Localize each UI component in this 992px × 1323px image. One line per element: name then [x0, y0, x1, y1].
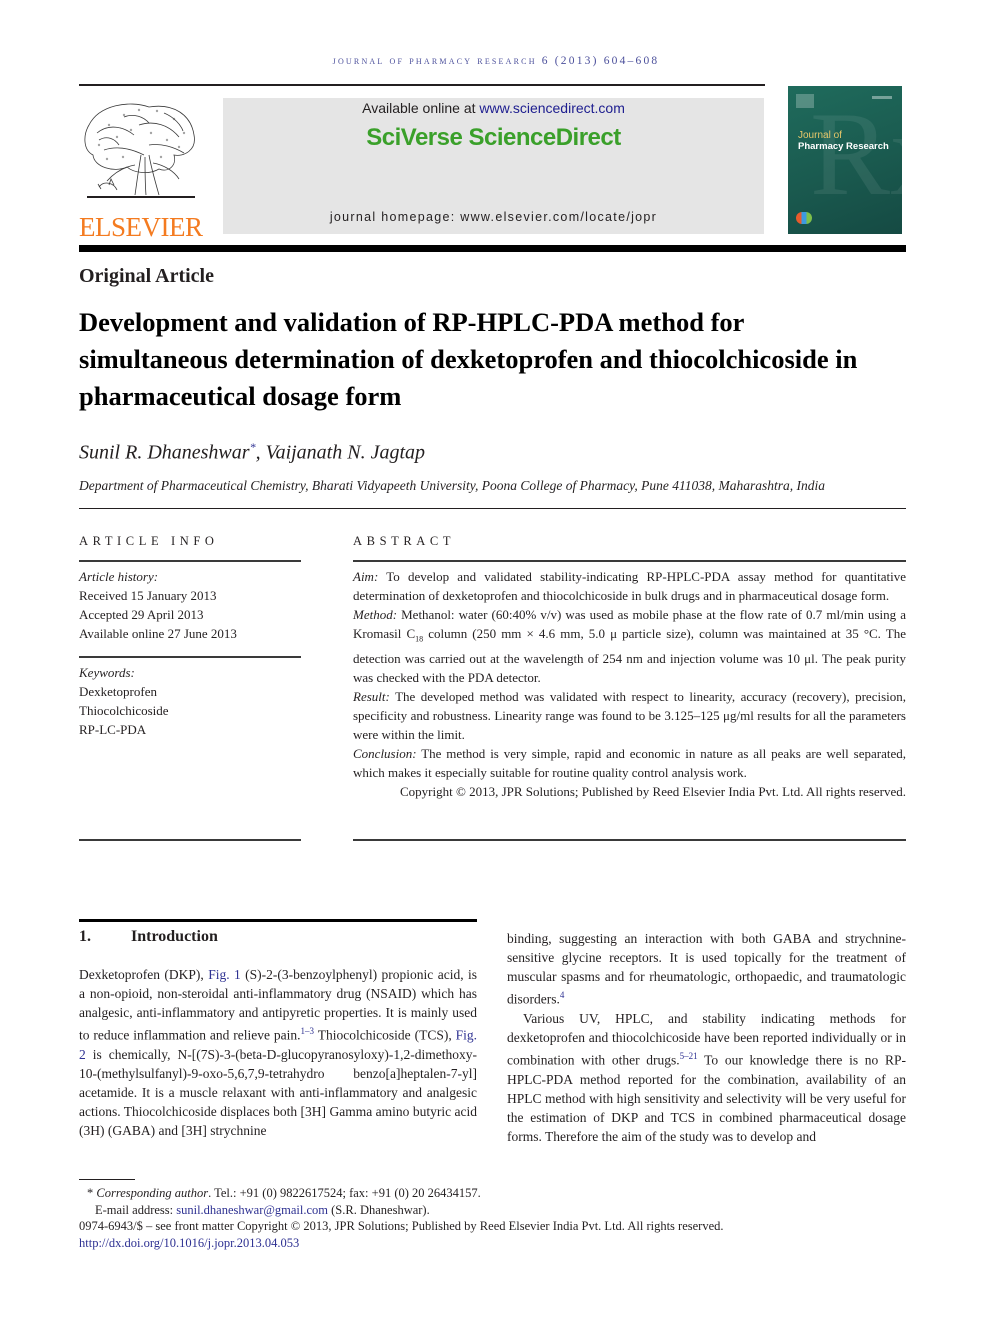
email-label: E-mail address: — [95, 1202, 177, 1217]
cover-rx-watermark-icon: Rx — [810, 87, 902, 220]
journal-cover-thumbnail[interactable]: Rx Journal of Pharmacy Research — [788, 86, 902, 234]
author-list: Sunil R. Dhaneshwar*, Vaijanath N. Jagta… — [79, 440, 425, 465]
figure-1-link[interactable]: Fig. 1 — [208, 967, 241, 982]
cover-title-line1: Journal of — [798, 130, 842, 141]
abstract-aim-text: To develop and validated stability-indic… — [353, 569, 906, 603]
intro-text: Dexketoprofen (DKP), — [79, 967, 209, 982]
keyword[interactable]: RP-LC-PDA — [79, 720, 301, 739]
intro-paragraph: Various UV, HPLC, and stability indicati… — [507, 1009, 906, 1146]
history-accepted: Accepted 29 April 2013 — [79, 607, 204, 622]
abstract-bottom-rule — [353, 839, 906, 841]
header-thick-rule — [79, 245, 906, 252]
keywords-label: Keywords: — [79, 665, 135, 680]
introduction-rule — [79, 919, 477, 922]
available-online-line: Available online at www.sciencedirect.co… — [223, 100, 764, 116]
footnote-rule — [79, 1179, 135, 1180]
email-link[interactable]: sunil.dhaneshwar@gmail.com — [176, 1203, 328, 1217]
intro-text: binding, suggesting an interaction with … — [507, 931, 906, 1007]
affiliation-rule — [79, 508, 906, 509]
email-owner: (S.R. Dhaneshwar). — [328, 1202, 430, 1217]
footnote-mark: * — [87, 1186, 94, 1200]
reference-link[interactable]: 4 — [560, 990, 565, 1000]
abstract-aim-label: Aim: — [353, 569, 379, 584]
intro-paragraph: Dexketoprofen (DKP), Fig. 1 (S)-2-(3-ben… — [79, 965, 477, 1140]
reference-link[interactable]: 1–3 — [301, 1026, 315, 1036]
article-history: Article history: Received 15 January 201… — [79, 567, 301, 643]
abstract-conclusion: Conclusion: The method is very simple, r… — [353, 744, 906, 782]
history-available-online: Available online 27 June 2013 — [79, 626, 237, 641]
author-separator: , — [255, 441, 266, 464]
issn-copyright-line: 0974-6943/$ – see front matter Copyright… — [79, 1219, 724, 1233]
cover-jpr-logo-icon — [796, 212, 812, 224]
keywords-rule — [79, 656, 301, 658]
reference-link[interactable]: 5–21 — [680, 1051, 698, 1061]
elsevier-wordmark: ELSEVIER — [79, 212, 203, 242]
keyword[interactable]: Dexketoprofen — [79, 682, 301, 701]
article-title: Development and validation of RP-HPLC-PD… — [79, 307, 858, 411]
section-title: Introduction — [131, 928, 218, 945]
journal-homepage-line: journal homepage: www.elsevier.com/locat… — [223, 210, 764, 224]
corresponding-author-note: * Corresponding author. Tel.: +91 (0) 98… — [79, 1185, 909, 1202]
section-heading-introduction: 1. Introduction — [79, 928, 218, 946]
article-history-label: Article history: — [79, 569, 159, 584]
intro-text: is chemically, N-[(7S)-3-(beta-D-glucopy… — [79, 1046, 477, 1139]
history-received: Received 15 January 2013 — [79, 588, 217, 603]
journal-homepage-url[interactable]: www.elsevier.com/locate/jopr — [460, 210, 657, 224]
elsevier-tree-icon — [84, 103, 195, 198]
sciverse-sciencedirect-logo[interactable]: SciVerse ScienceDirect — [223, 124, 764, 152]
email-note: E-mail address: sunil.dhaneshwar@gmail.c… — [79, 1202, 909, 1219]
intro-right-column: binding, suggesting an interaction with … — [507, 929, 906, 1146]
sciencedirect-link[interactable]: www.sciencedirect.com — [479, 100, 625, 116]
available-online-prefix: Available online at — [362, 100, 480, 116]
running-head: journal of pharmacy research 6 (2013) 60… — [332, 55, 660, 67]
article-info-bottom-rule — [79, 839, 301, 841]
abstract-aim: Aim: To develop and validated stability-… — [353, 567, 906, 605]
author-name[interactable]: Vaijanath N. Jagtap — [266, 442, 425, 464]
author-name[interactable]: Sunil R. Dhaneshwar — [79, 442, 250, 464]
keywords: Keywords: Dexketoprofen Thiocolchicoside… — [79, 663, 301, 739]
abstract-result-text: The developed method was validated with … — [353, 688, 906, 742]
abstract-conclusion-label: Conclusion: — [353, 745, 417, 761]
footnotes: * Corresponding author. Tel.: +91 (0) 98… — [79, 1185, 909, 1251]
journal-homepage-prefix: journal homepage: — [329, 210, 461, 224]
intro-text: Thiocolchicoside (TCS), — [314, 1027, 456, 1043]
article-info-heading: ARTICLE INFO — [79, 534, 219, 548]
abstract-conclusion-text: The method is very simple, rapid and eco… — [353, 745, 906, 780]
c18-subscript: 18 — [415, 634, 424, 644]
abstract-rule — [353, 560, 906, 562]
abstract-heading: ABSTRACT — [353, 534, 456, 548]
elsevier-logo[interactable]: ELSEVIER — [79, 95, 203, 242]
sciencedirect-banner: Available online at www.sciencedirect.co… — [223, 98, 764, 234]
article-type: Original Article — [79, 265, 214, 287]
cover-title-line2: Pharmacy Research — [798, 141, 889, 152]
abstract-method-text-cont: column (250 mm × 4.6 mm, 5.0 μ particle … — [353, 626, 906, 685]
abstract-result-label: Result: — [353, 688, 390, 704]
keyword[interactable]: Thiocolchicoside — [79, 701, 301, 720]
abstract-result: Result: The developed method was validat… — [353, 687, 906, 744]
corresponding-contact: . Tel.: +91 (0) 9822617524; fax: +91 (0)… — [208, 1186, 481, 1200]
abstract-copyright: Copyright © 2013, JPR Solutions; Publish… — [399, 783, 906, 799]
intro-left-column: Dexketoprofen (DKP), Fig. 1 (S)-2-(3-ben… — [79, 965, 477, 1140]
corresponding-author-label: Corresponding author — [96, 1186, 209, 1200]
article-info-rule — [79, 560, 301, 562]
doi-link[interactable]: http://dx.doi.org/10.1016/j.jopr.2013.04… — [79, 1236, 299, 1250]
section-number: 1. — [79, 928, 91, 945]
header-top-rule — [79, 84, 765, 86]
affiliation: Department of Pharmaceutical Chemistry, … — [79, 478, 826, 493]
abstract-method-label: Method: — [353, 607, 398, 622]
abstract-body: Aim: To develop and validated stability-… — [353, 567, 906, 801]
intro-paragraph: binding, suggesting an interaction with … — [507, 929, 906, 1009]
abstract-method: Method: Methanol: water (60:40% v/v) was… — [353, 605, 906, 687]
